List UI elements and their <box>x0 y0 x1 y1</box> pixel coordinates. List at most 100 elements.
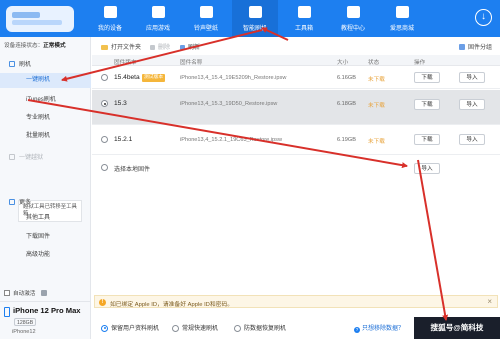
download-button[interactable]: 下载 <box>414 134 440 145</box>
table-row[interactable]: 15.4beta 测试版本 iPhone13,4_15.4_19E5209h_R… <box>92 67 500 89</box>
flash-icon <box>248 6 262 18</box>
download-manager-button[interactable]: ↓ <box>475 9 492 26</box>
sidebar-item-label: 其他工具 <box>26 215 51 221</box>
firmware-radio[interactable] <box>101 136 108 143</box>
nav-apps-games[interactable]: 应用游戏 <box>135 0 181 37</box>
nav-label: 工具箱 <box>294 26 313 32</box>
mode-quick-flash[interactable]: 常规快速刷机 <box>172 323 218 332</box>
sidebar-item-label: 高级功能 <box>26 252 51 258</box>
sidebar-item-other-tools[interactable]: 其他工具 <box>0 211 91 226</box>
delete-button[interactable]: 删除 <box>150 42 170 51</box>
firmware-status: 未下载 <box>368 138 385 145</box>
table-row[interactable]: 15.3 iPhone13,4_15.3_19D50_Restore.ipsw … <box>92 90 500 125</box>
lock-icon <box>9 154 15 160</box>
auto-activate-checkbox[interactable]: 自动激活 <box>4 289 48 297</box>
firmware-size: 6.16GB <box>337 74 356 81</box>
nav-tutorial-center[interactable]: 教程中心 <box>330 0 376 37</box>
sidebar-group-label: 更多 <box>19 200 32 206</box>
close-icon[interactable]: × <box>487 297 492 306</box>
firmware-size: 6.18GB <box>337 101 356 107</box>
sidebar-item-download-firmware[interactable]: 下载固件 <box>0 230 91 245</box>
sidebar-group-flash: 刷机 <box>9 59 31 68</box>
remove-data-link-label: 只想移除数据？ <box>362 326 405 332</box>
sidebar-item-label: 批量刷机 <box>26 133 51 139</box>
flash-mode-options: 保留用户资料刷机 常规快速刷机 防数据恢复刷机 ? 只想移除数据？ 搜狐号@简科技 <box>92 317 500 339</box>
mode-anti-recovery[interactable]: 防数据恢复刷机 <box>234 323 286 332</box>
sidebar-item-label: 专业刷机 <box>26 115 51 121</box>
ringtone-icon <box>199 6 213 18</box>
nav-label: 智能刷机 <box>242 26 267 32</box>
firmware-filename: iPhone13,4_15.4_19E5209h_Restore.ipsw <box>180 74 287 81</box>
connection-status-value: 正常模式 <box>43 43 66 49</box>
firmware-radio[interactable] <box>101 74 108 81</box>
nav-label: 爱思商城 <box>389 26 414 32</box>
sidebar-item-advanced[interactable]: 高级功能 <box>0 248 91 263</box>
open-folder-button[interactable]: 打开文件夹 <box>101 42 141 51</box>
table-row-local-firmware[interactable]: 选择本地固件 导入 <box>92 156 500 180</box>
connection-status-label: 设备连接状态： <box>4 43 44 49</box>
refresh-button[interactable]: 刷新 <box>180 42 200 51</box>
download-icon: ↓ <box>481 11 486 22</box>
import-button[interactable]: 导入 <box>459 72 485 83</box>
mode-keep-data[interactable]: 保留用户资料刷机 <box>101 323 159 332</box>
table-row[interactable]: 15.2.1 iPhone13,4_15.2.1_19C63_Restore.i… <box>92 126 500 155</box>
firmware-version: 15.4beta <box>114 74 140 81</box>
header-size: 大小 <box>337 60 349 66</box>
radio[interactable] <box>101 324 108 332</box>
firmware-version: 15.2.1 <box>114 136 133 143</box>
phone-icon <box>9 61 15 67</box>
import-button[interactable]: 导入 <box>459 99 485 110</box>
nav-store[interactable]: 爱思商城 <box>379 0 425 37</box>
firmware-radio[interactable] <box>101 100 108 107</box>
header-name: 固件名称 <box>180 60 203 66</box>
header-version: 固件版本 <box>114 60 137 66</box>
import-button[interactable]: 导入 <box>459 134 485 145</box>
delete-label: 删除 <box>158 45 171 51</box>
nav-ringtones-wallpapers[interactable]: 铃声壁纸 <box>183 0 229 37</box>
download-button[interactable]: 下载 <box>414 72 440 83</box>
sidebar-group-label: 刷机 <box>19 62 32 68</box>
firmware-group-label: 固件分组 <box>467 45 492 51</box>
warning-icon: ! <box>99 298 106 306</box>
sidebar-group-jailbreak: 一键越狱 <box>9 152 43 161</box>
download-button[interactable]: 下载 <box>414 99 440 110</box>
group-icon <box>458 44 465 50</box>
sidebar-item-pro-flash[interactable]: 专业刷机 <box>0 111 91 126</box>
sidebar-item-label: 下载固件 <box>26 234 51 240</box>
device-model: iPhone12 <box>12 329 36 335</box>
local-firmware-radio[interactable] <box>101 164 108 171</box>
nav-my-device[interactable]: 我的设备 <box>87 0 133 37</box>
grid-icon <box>9 199 15 205</box>
radio[interactable] <box>172 324 179 332</box>
nav-smart-flash[interactable]: 智能刷机 <box>232 0 278 37</box>
sidebar-item-label: iTunes刷机 <box>26 97 56 103</box>
remove-data-link[interactable]: ? 只想移除数据？ <box>354 323 404 333</box>
apps-icon <box>151 6 165 18</box>
radio[interactable] <box>234 324 241 332</box>
mode-label: 防数据恢复刷机 <box>244 326 287 332</box>
folder-icon <box>101 44 108 50</box>
notice-text: 如已绑定 Apple ID，请准备好 Apple ID和密码。 <box>110 302 234 308</box>
firmware-filename: iPhone13,4_15.2.1_19C63_Restore.ipsw <box>180 136 283 143</box>
refresh-icon <box>180 44 185 50</box>
sidebar-item-one-click-flash[interactable]: 一键刷机 <box>0 73 91 88</box>
nav-toolbox[interactable]: 工具箱 <box>281 0 327 37</box>
local-firmware-label: 选择本地固件 <box>114 167 151 173</box>
device-name: iPhone 12 Pro Max <box>13 306 81 315</box>
mode-label: 常规快速刷机 <box>182 326 219 332</box>
app-logo <box>6 6 74 32</box>
top-navigation-bar: 我的设备 应用游戏 铃声壁纸 智能刷机 工具箱 教程中心 爱思商城 ↓ <box>0 0 500 37</box>
firmware-filename: iPhone13,4_15.3_19D50_Restore.ipsw <box>180 101 278 107</box>
firmware-status: 未下载 <box>368 103 385 109</box>
local-import-button[interactable]: 导入 <box>414 163 440 174</box>
question-icon: ? <box>354 327 360 333</box>
sidebar-item-itunes-flash[interactable]: iTunes刷机 <box>0 93 91 108</box>
sidebar-item-batch-flash[interactable]: 批量刷机 <box>0 129 91 144</box>
firmware-group-button[interactable]: 固件分组 <box>458 42 492 51</box>
refresh-label: 刷新 <box>188 45 201 51</box>
checkbox[interactable] <box>4 290 10 296</box>
toolbox-icon <box>297 6 311 18</box>
auto-activate-label: 自动激活 <box>13 291 36 297</box>
info-icon[interactable] <box>41 290 48 296</box>
nav-label: 铃声壁纸 <box>193 26 218 32</box>
